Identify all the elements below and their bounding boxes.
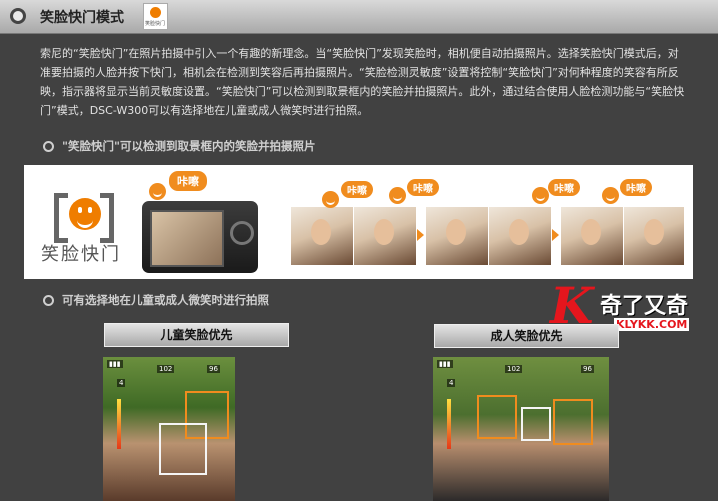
shutter-sound-bubble: 咔嚓 <box>169 171 207 191</box>
smiley-face-icon <box>150 7 161 18</box>
circle-bullet-icon <box>43 294 54 306</box>
smiley-icon <box>602 187 619 204</box>
child-priority-button[interactable]: 儿童笑脸优先 <box>104 323 289 347</box>
smiley-icon <box>149 183 166 200</box>
face-detection-frame <box>159 423 207 475</box>
sample-photo-thumb <box>354 207 417 265</box>
intro-paragraph: 索尼的“笑脸快门”在照片拍摄中引入一个有趣的新理念。当“笑脸快门”发现笑脸时，相… <box>40 47 685 117</box>
smile-shutter-banner: 笑脸快门 咔嚓 咔嚓 咔嚓 咔嚓 咔嚓 <box>24 165 693 279</box>
sample-photo-thumb <box>291 207 354 265</box>
face-detection-frame-priority <box>477 395 517 439</box>
smile-sensitivity-meter <box>117 399 121 449</box>
image-number: 102 <box>505 365 523 373</box>
sensitivity-level: 4 <box>117 379 126 387</box>
shutter-sound-bubble: 咔嚓 <box>620 179 652 196</box>
shutter-sound-bubble: 咔嚓 <box>548 179 580 196</box>
sample-photo-thumb <box>426 207 489 265</box>
camera-dial-icon <box>230 221 254 245</box>
face-detection-frame-priority <box>553 399 593 445</box>
battery-icon: ▮▮▮ <box>437 360 453 368</box>
smile-shutter-bracket-logo-icon <box>54 193 114 243</box>
adult-priority-photo: ▮▮▮ 102 96 4 <box>433 357 609 501</box>
sample-photo-thumb <box>624 207 685 265</box>
section-heading-detect: "笑脸快门"可以检测到取景框内的笑脸并拍摄照片 <box>43 138 315 154</box>
image-number: 102 <box>157 365 175 373</box>
camera-illustration <box>142 201 258 273</box>
watermark-name: 奇了又奇 <box>600 294 689 319</box>
shots-remaining: 96 <box>207 365 220 373</box>
smiley-icon <box>322 191 339 208</box>
circle-bullet-icon <box>10 8 26 24</box>
watermark-url: KLYKK.COM <box>614 318 690 331</box>
shots-remaining: 96 <box>581 365 594 373</box>
shutter-sound-bubble: 咔嚓 <box>407 179 439 196</box>
section-heading-select: 可有选择地在儿童或成人微笑时进行拍照 <box>43 292 269 308</box>
sample-photo-thumb <box>561 207 624 265</box>
shutter-sound-bubble: 咔嚓 <box>341 181 373 198</box>
smile-shutter-logo-icon: 笑脸快门 <box>143 3 168 30</box>
arrow-right-icon <box>552 229 559 241</box>
banner-label: 笑脸快门 <box>41 244 121 265</box>
child-priority-photo: ▮▮▮ 102 96 4 <box>103 357 235 501</box>
circle-bullet-icon <box>43 140 54 152</box>
camera-screen <box>150 210 224 267</box>
sample-photo-thumb <box>489 207 552 265</box>
smiley-icon <box>532 187 549 204</box>
header-bar: 笑脸快门模式 笑脸快门 <box>0 0 718 34</box>
adult-priority-button[interactable]: 成人笑脸优先 <box>434 324 619 348</box>
smile-sensitivity-meter <box>447 399 451 449</box>
section-heading-text: 可有选择地在儿童或成人微笑时进行拍照 <box>62 293 269 307</box>
logo-caption: 笑脸快门 <box>145 21 166 27</box>
page-title: 笑脸快门模式 <box>40 10 124 26</box>
sensitivity-level: 4 <box>447 379 456 387</box>
battery-icon: ▮▮▮ <box>107 360 123 368</box>
face-detection-frame <box>521 407 551 441</box>
section-heading-text: "笑脸快门"可以检测到取景框内的笑脸并拍摄照片 <box>62 139 316 153</box>
smiley-icon <box>389 187 406 204</box>
arrow-right-icon <box>417 229 424 241</box>
